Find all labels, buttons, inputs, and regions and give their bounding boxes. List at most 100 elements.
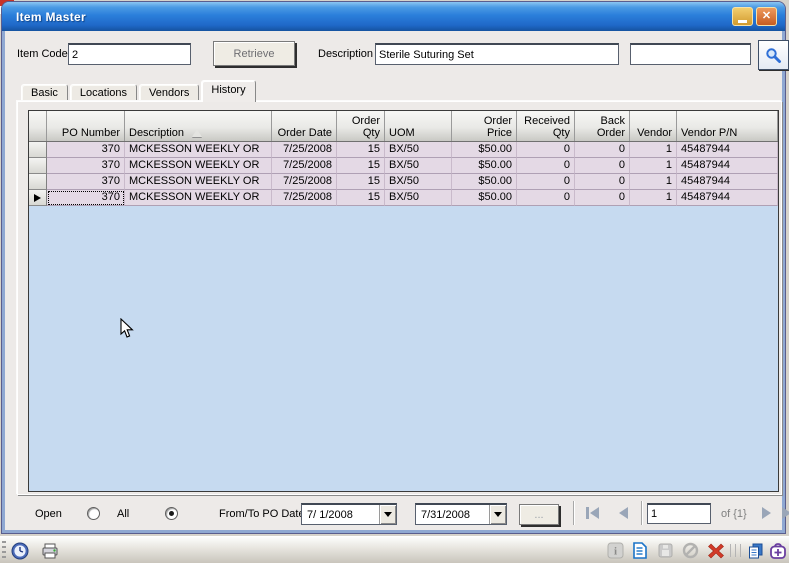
grid-cell[interactable]: MCKESSON WEEKLY OR	[125, 190, 272, 206]
grid-cell[interactable]: 7/25/2008	[272, 158, 337, 174]
info-icon[interactable]: i	[606, 541, 625, 560]
grid-cell[interactable]: 1	[630, 174, 677, 190]
description-input[interactable]	[375, 43, 619, 65]
column-header-received-qty[interactable]: Received Qty	[517, 111, 575, 141]
save-icon[interactable]	[656, 541, 675, 560]
grid-cell[interactable]: 370	[47, 142, 125, 158]
grid-cell[interactable]: 1	[630, 158, 677, 174]
chevron-down-icon[interactable]	[489, 505, 506, 524]
grid-cell[interactable]: 370	[47, 190, 125, 206]
tab-locations[interactable]: Locations	[70, 84, 137, 102]
grid-cell[interactable]: 0	[517, 158, 575, 174]
po-history-grid[interactable]: PO NumberDescriptionOrder DateOrder QtyU…	[28, 110, 779, 492]
cancel-icon[interactable]	[681, 541, 700, 560]
grid-cell[interactable]: MCKESSON WEEKLY OR	[125, 174, 272, 190]
chevron-down-icon[interactable]	[379, 505, 396, 524]
column-header-po-number[interactable]: PO Number	[47, 111, 125, 141]
next-page-button[interactable]	[755, 504, 777, 522]
previous-page-button[interactable]	[612, 504, 634, 522]
grid-cell[interactable]: $50.00	[452, 190, 517, 206]
grid-body: 370MCKESSON WEEKLY OR7/25/200815BX/50$50…	[29, 142, 778, 206]
column-header-order-qty[interactable]: Order Qty	[337, 111, 385, 141]
grid-cell[interactable]: MCKESSON WEEKLY OR	[125, 158, 272, 174]
column-header-description[interactable]: Description	[125, 111, 272, 141]
grid-cell[interactable]: 15	[337, 158, 385, 174]
tab-history[interactable]: History	[201, 80, 255, 102]
more-options-button[interactable]: ...	[519, 504, 559, 525]
search-button[interactable]	[758, 40, 789, 70]
minimize-icon[interactable]	[732, 7, 753, 26]
date-from-dropdown[interactable]: 7/ 1/2008	[301, 503, 397, 525]
copy-icon[interactable]	[746, 541, 765, 560]
grid-cell[interactable]: 15	[337, 142, 385, 158]
statusbar-separator	[730, 544, 742, 557]
column-header-vendor-p-n[interactable]: Vendor P/N	[677, 111, 778, 141]
grid-cell[interactable]: 0	[575, 174, 630, 190]
document-icon[interactable]	[630, 541, 649, 560]
clock-icon[interactable]	[10, 541, 29, 560]
grid-cell[interactable]: BX/50	[385, 142, 452, 158]
table-row[interactable]: 370MCKESSON WEEKLY OR7/25/200815BX/50$50…	[29, 174, 778, 190]
column-header-order-price[interactable]: Order Price	[452, 111, 517, 141]
grid-cell[interactable]: 0	[575, 158, 630, 174]
add-icon[interactable]	[768, 541, 787, 560]
grid-cell[interactable]: 0	[517, 142, 575, 158]
grid-cell[interactable]: 0	[517, 174, 575, 190]
row-selector-cell[interactable]	[29, 174, 47, 190]
grid-cell[interactable]: BX/50	[385, 190, 452, 206]
grid-cell[interactable]: 0	[575, 190, 630, 206]
print-icon[interactable]	[40, 541, 59, 560]
grid-cell[interactable]: MCKESSON WEEKLY OR	[125, 142, 272, 158]
lookup-input[interactable]	[630, 43, 751, 65]
grid-cell[interactable]: $50.00	[452, 174, 517, 190]
grid-cell[interactable]: 1	[630, 190, 677, 206]
grid-cell[interactable]: 45487944	[677, 174, 778, 190]
table-row[interactable]: 370MCKESSON WEEKLY OR7/25/200815BX/50$50…	[29, 158, 778, 174]
row-selector-cell[interactable]	[29, 158, 47, 174]
mouse-cursor	[120, 318, 135, 342]
table-row[interactable]: 370MCKESSON WEEKLY OR7/25/200815BX/50$50…	[29, 190, 778, 206]
grid-cell[interactable]: 15	[337, 190, 385, 206]
grid-cell[interactable]: 7/25/2008	[272, 174, 337, 190]
grid-cell[interactable]: 0	[575, 142, 630, 158]
toolbar-grip[interactable]	[2, 541, 6, 559]
close-icon[interactable]: ✕	[756, 7, 777, 26]
column-header-selector[interactable]	[29, 111, 47, 141]
date-to-dropdown[interactable]: 7/31/2008	[415, 503, 507, 525]
grid-cell[interactable]: $50.00	[452, 158, 517, 174]
grid-cell[interactable]: 7/25/2008	[272, 142, 337, 158]
retrieve-button[interactable]: Retrieve	[213, 41, 295, 66]
grid-cell[interactable]: 370	[47, 174, 125, 190]
page-number-input[interactable]	[647, 503, 711, 524]
grid-cell[interactable]: 1	[630, 142, 677, 158]
tab-basic[interactable]: Basic	[21, 84, 68, 102]
grid-cell[interactable]: $50.00	[452, 142, 517, 158]
all-radio[interactable]	[165, 507, 178, 520]
row-selector-cell[interactable]	[29, 190, 47, 206]
column-header-back-order[interactable]: Back Order	[575, 111, 630, 141]
row-selector-cell[interactable]	[29, 142, 47, 158]
grid-cell[interactable]: 370	[47, 158, 125, 174]
grid-cell[interactable]: 15	[337, 174, 385, 190]
grid-cell[interactable]: 45487944	[677, 142, 778, 158]
column-header-uom[interactable]: UOM	[385, 111, 452, 141]
item-code-input[interactable]	[68, 43, 191, 65]
first-page-button[interactable]	[581, 504, 603, 522]
title-bar[interactable]: Item Master ✕	[2, 2, 785, 31]
column-header-order-date[interactable]: Order Date	[272, 111, 337, 141]
grid-cell[interactable]: 0	[517, 190, 575, 206]
fromto-label: From/To PO Date	[219, 508, 305, 520]
open-radio[interactable]	[87, 507, 100, 520]
column-header-vendor[interactable]: Vendor	[630, 111, 677, 141]
delete-icon[interactable]	[706, 541, 725, 560]
grid-cell[interactable]: BX/50	[385, 174, 452, 190]
search-icon	[765, 47, 782, 64]
grid-cell[interactable]: 45487944	[677, 158, 778, 174]
footer-controls: Open All From/To PO Date 7/ 1/2008 7/31/…	[17, 498, 787, 532]
grid-cell[interactable]: 7/25/2008	[272, 190, 337, 206]
tab-vendors[interactable]: Vendors	[139, 84, 199, 102]
grid-cell[interactable]: 45487944	[677, 190, 778, 206]
grid-cell[interactable]: BX/50	[385, 158, 452, 174]
last-page-button[interactable]	[777, 504, 789, 522]
table-row[interactable]: 370MCKESSON WEEKLY OR7/25/200815BX/50$50…	[29, 142, 778, 158]
